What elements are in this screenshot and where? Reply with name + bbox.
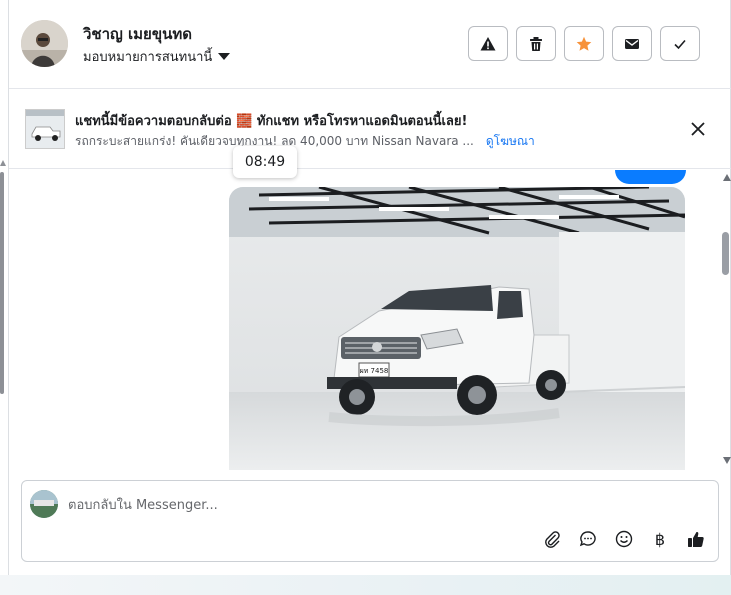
star-button[interactable] — [564, 26, 604, 61]
close-icon — [691, 122, 705, 136]
emoji-button[interactable] — [614, 529, 634, 549]
composer-tools: ฿ — [542, 529, 706, 549]
ad-subtitle-row: รถกระบะสายแกร่ง! คันเดียวจบทุกงาน! ลด 40… — [75, 132, 535, 151]
like-button[interactable] — [686, 529, 706, 549]
message-list[interactable]: ผท 7458 — [9, 170, 731, 470]
thumbs-up-icon — [688, 531, 704, 547]
conversation-panel: วิชาญ เมยขุนทด มอบหมายการสนทนานี้ แชทนี้… — [8, 0, 731, 575]
assign-label: มอบหมายการสนทนานี้ — [83, 50, 213, 65]
scrollbar-thumb[interactable] — [722, 232, 729, 275]
caret-down-icon — [218, 53, 231, 60]
chat-bubble-icon — [579, 531, 596, 547]
payment-button[interactable]: ฿ — [650, 529, 670, 549]
delete-button[interactable] — [516, 26, 556, 61]
message-scrollbar[interactable] — [720, 170, 731, 470]
conversation-header: วิชาญ เมยขุนทด มอบหมายการสนทนานี้ — [9, 0, 731, 89]
outgoing-message-bubble[interactable] — [615, 170, 686, 184]
baht-icon: ฿ — [654, 529, 666, 549]
header-actions — [468, 26, 700, 61]
page-avatar — [30, 490, 58, 518]
ad-thumbnail[interactable] — [25, 109, 65, 149]
mark-done-button[interactable] — [660, 26, 700, 61]
envelope-icon — [625, 38, 639, 49]
page-footer-strip — [0, 575, 731, 595]
check-icon — [674, 39, 686, 49]
assign-conversation-dropdown[interactable]: มอบหมายการสนทนานี้ — [83, 46, 231, 67]
smiley-icon — [615, 530, 633, 548]
view-ad-link[interactable]: ดูโฆษณา — [486, 132, 535, 151]
message-photo[interactable]: ผท 7458 — [229, 187, 685, 470]
left-scrollbar[interactable] — [0, 172, 4, 394]
mark-unread-button[interactable] — [612, 26, 652, 61]
scroll-down-arrow-icon[interactable] — [723, 457, 731, 464]
ad-banner: แชทนี้มีข้อความตอบกลับต่อ 🧱 ทักแชท หรือโ… — [9, 90, 731, 169]
scroll-up-arrow-icon[interactable] — [723, 174, 731, 181]
report-button[interactable] — [468, 26, 508, 61]
ad-title: แชทนี้มีข้อความตอบกลับต่อ 🧱 ทักแชท หรือโ… — [75, 114, 468, 129]
contact-name[interactable]: วิชาญ เมยขุนทด — [83, 22, 192, 46]
close-ad-button[interactable] — [688, 119, 708, 139]
contact-avatar[interactable] — [21, 20, 68, 67]
reply-composer: ฿ — [21, 480, 719, 562]
saved-replies-button[interactable] — [578, 529, 598, 549]
license-plate: ผท 7458 — [360, 367, 389, 375]
warning-icon — [480, 36, 496, 50]
left-scroll-up-icon[interactable] — [0, 160, 6, 166]
trash-icon — [530, 36, 542, 51]
reply-input[interactable] — [68, 493, 688, 517]
paperclip-icon — [545, 531, 560, 548]
attach-button[interactable] — [542, 529, 562, 549]
message-timestamp-tooltip: 08:49 — [233, 146, 297, 178]
star-icon — [576, 36, 592, 51]
